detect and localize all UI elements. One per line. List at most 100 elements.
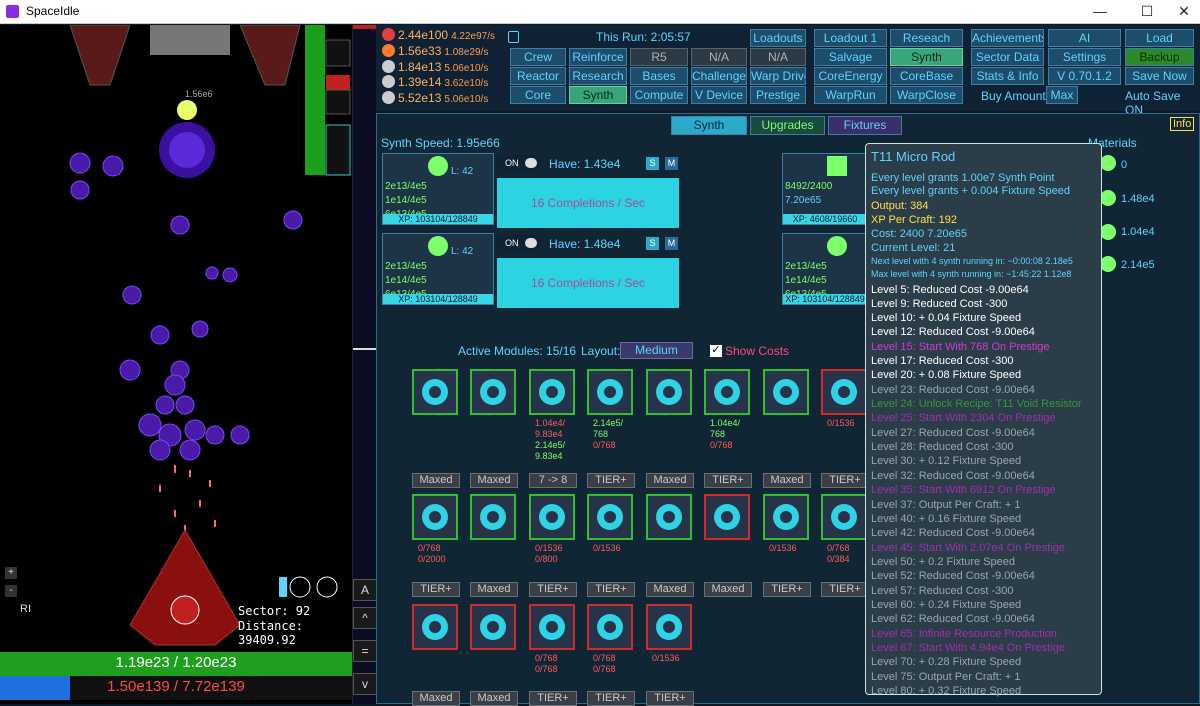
prestige-button[interactable]: Prestige bbox=[750, 86, 806, 104]
warp-close-button[interactable]: WarpClose bbox=[890, 86, 963, 104]
cube-gear-icon[interactable] bbox=[646, 369, 692, 415]
crew-button[interactable]: Crew bbox=[510, 48, 566, 66]
ai-button[interactable]: AI bbox=[1048, 29, 1121, 47]
database-icon[interactable] bbox=[529, 604, 575, 650]
module-upgrade-button[interactable]: Maxed bbox=[646, 473, 694, 488]
scroll-down-button[interactable]: v bbox=[353, 673, 377, 695]
synth-button[interactable]: Synth bbox=[569, 86, 627, 104]
module-upgrade-button[interactable]: Maxed bbox=[763, 473, 811, 488]
module-upgrade-button[interactable]: TIER+ bbox=[821, 473, 869, 488]
scroll-rail[interactable]: A ^ = v bbox=[352, 25, 377, 704]
maximize-button[interactable]: ☐ bbox=[1127, 0, 1167, 24]
reseach-button[interactable]: Reseach bbox=[890, 29, 963, 47]
close-button[interactable]: ✕ bbox=[1164, 0, 1200, 24]
warp-drive-button[interactable]: Warp Drive bbox=[750, 67, 806, 85]
comet-icon[interactable] bbox=[412, 369, 458, 415]
penrose-icon[interactable] bbox=[646, 604, 692, 650]
blackhole-icon[interactable] bbox=[821, 369, 867, 415]
na-button-2[interactable]: N/A bbox=[750, 48, 806, 66]
reinforce-button[interactable]: Reinforce bbox=[569, 48, 627, 66]
module-upgrade-button[interactable]: TIER+ bbox=[412, 582, 460, 597]
light-beam-icon[interactable] bbox=[529, 494, 575, 540]
galaxy-icon[interactable] bbox=[763, 369, 809, 415]
research-button[interactable]: Research bbox=[569, 67, 627, 85]
claw-icon[interactable] bbox=[412, 604, 458, 650]
module-upgrade-button[interactable]: TIER+ bbox=[529, 582, 577, 597]
synth-recipe-3[interactable]: 8492/2400 7.20e65 XP: 4608/19660 bbox=[782, 153, 868, 225]
rocket-icon[interactable] bbox=[529, 369, 575, 415]
sector-data-button[interactable]: Sector Data bbox=[971, 48, 1044, 66]
module-cost: 9.83e4 bbox=[535, 429, 563, 439]
star-burst-icon[interactable] bbox=[587, 494, 633, 540]
synth-recipe-2[interactable]: L: 42 2e13/4e5 1e14/4e5 6e13/4e5 XP: 103… bbox=[382, 233, 494, 305]
na-button-1[interactable]: N/A bbox=[691, 48, 747, 66]
vortex-icon[interactable] bbox=[704, 369, 750, 415]
m-button-2[interactable]: M bbox=[665, 237, 678, 250]
layout-select[interactable]: Medium bbox=[620, 342, 693, 359]
challenges-button[interactable]: Challenges bbox=[691, 67, 747, 85]
module-upgrade-button[interactable]: Maxed bbox=[412, 473, 460, 488]
module-upgrade-button[interactable]: TIER+ bbox=[821, 582, 869, 597]
arrows-down-icon[interactable] bbox=[470, 604, 516, 650]
synth-recipe-1[interactable]: L: 42 2e13/4e5 1e14/4e5 6e13/4e5 XP: 103… bbox=[382, 153, 494, 225]
salvage-button[interactable]: Salvage bbox=[814, 48, 887, 66]
lock-icon[interactable] bbox=[508, 31, 519, 43]
module-upgrade-button[interactable]: Maxed bbox=[646, 582, 694, 597]
core-base-button[interactable]: CoreBase bbox=[890, 67, 963, 85]
cubes-icon[interactable] bbox=[587, 369, 633, 415]
module-upgrade-button[interactable]: TIER+ bbox=[704, 473, 752, 488]
tab-upgrades[interactable]: Upgrades bbox=[750, 116, 825, 135]
module-upgrade-button[interactable]: TIER+ bbox=[587, 473, 635, 488]
buy-amount-max-button[interactable]: Max bbox=[1046, 86, 1078, 104]
v-device-button[interactable]: V Device bbox=[691, 86, 747, 104]
load-button[interactable]: Load bbox=[1125, 29, 1194, 47]
show-costs-checkbox[interactable]: ✓ bbox=[710, 345, 722, 357]
version-button[interactable]: V 0.70.1.2 bbox=[1048, 67, 1121, 85]
loadouts-button[interactable]: Loadouts bbox=[750, 29, 806, 47]
synth-recipe-4[interactable]: 2e13/4e5 1e14/4e5 6e13/4e5 XP: 103104/12… bbox=[782, 233, 868, 305]
core-energy-button[interactable]: CoreEnergy bbox=[814, 67, 887, 85]
warp-run-button[interactable]: WarpRun bbox=[814, 86, 887, 104]
module-upgrade-button[interactable]: Maxed bbox=[704, 582, 752, 597]
module-upgrade-button[interactable]: TIER+ bbox=[587, 582, 635, 597]
m-button-1[interactable]: M bbox=[665, 157, 678, 170]
crescent-icon[interactable] bbox=[821, 494, 867, 540]
loadout-1-button[interactable]: Loadout 1 bbox=[814, 29, 887, 47]
achievements-button[interactable]: Achievements bbox=[971, 29, 1044, 47]
flask-icon[interactable] bbox=[412, 494, 458, 540]
game-view[interactable]: 1.56e6 + - RI Sector: 92 Distance: 39409… bbox=[0, 25, 352, 704]
zoom-out-button[interactable]: - bbox=[5, 585, 17, 597]
compute-button[interactable]: Compute bbox=[630, 86, 688, 104]
shield-hex-icon[interactable] bbox=[470, 369, 516, 415]
module-upgrade-button[interactable]: Maxed bbox=[470, 473, 518, 488]
info-button[interactable]: Info bbox=[1170, 117, 1195, 131]
scroll-up-button[interactable]: ^ bbox=[353, 607, 377, 629]
s-button-1[interactable]: S bbox=[646, 157, 659, 170]
settings-button[interactable]: Settings bbox=[1048, 48, 1121, 66]
save-now-button[interactable]: Save Now bbox=[1125, 67, 1194, 85]
geodesic-icon[interactable] bbox=[587, 604, 633, 650]
backup-button[interactable]: Backup bbox=[1125, 48, 1194, 66]
reactor-button[interactable]: Reactor bbox=[510, 67, 566, 85]
ufo-icon[interactable] bbox=[704, 494, 750, 540]
stats-info-button[interactable]: Stats & Info bbox=[971, 67, 1044, 85]
zoom-in-button[interactable]: + bbox=[5, 567, 17, 579]
resource-rate: 1.08e29/s bbox=[444, 47, 489, 58]
scroll-equal-button[interactable]: = bbox=[353, 640, 377, 662]
funnel-icon[interactable] bbox=[646, 494, 692, 540]
module-cost: 2.14e5/ bbox=[593, 418, 624, 428]
core-button[interactable]: Core bbox=[510, 86, 566, 104]
synth-loadout-button[interactable]: Synth bbox=[890, 48, 963, 66]
r5-button[interactable]: R5 bbox=[630, 48, 688, 66]
sun-gear-icon[interactable] bbox=[470, 494, 516, 540]
module-upgrade-button[interactable]: 7 -> 8 bbox=[529, 473, 577, 488]
tab-synth[interactable]: Synth bbox=[671, 116, 747, 135]
bases-button[interactable]: Bases bbox=[630, 67, 688, 85]
minimize-button[interactable]: — bbox=[1080, 0, 1120, 24]
module-upgrade-button[interactable]: Maxed bbox=[470, 582, 518, 597]
module-upgrade-button[interactable]: TIER+ bbox=[763, 582, 811, 597]
tab-fixtures[interactable]: Fixtures bbox=[828, 116, 902, 135]
s-button-2[interactable]: S bbox=[646, 237, 659, 250]
brain-icon[interactable] bbox=[763, 494, 809, 540]
scroll-a-button[interactable]: A bbox=[353, 579, 377, 601]
